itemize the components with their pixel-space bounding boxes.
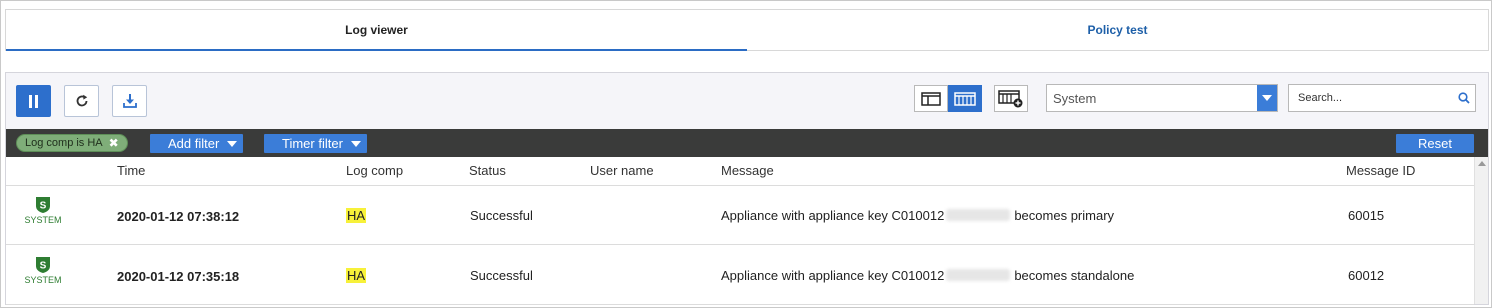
- message-cell: Appliance with appliance key C010012 beco…: [721, 208, 1114, 223]
- filter-chip-label: Log comp is HA: [25, 137, 103, 149]
- log-comp-highlight: HA: [346, 208, 367, 223]
- redacted-key: [946, 209, 1011, 221]
- tab-log-viewer[interactable]: Log viewer: [6, 10, 747, 51]
- system-type-cell: S SYSTEM: [23, 196, 63, 225]
- message-suffix: becomes standalone: [1014, 268, 1135, 283]
- search-icon[interactable]: [1453, 92, 1475, 104]
- log-table: Time Log comp Status User name Message M…: [6, 157, 1474, 305]
- chevron-down-icon: [227, 140, 238, 147]
- table-row[interactable]: S SYSTEM 2020-01-12 07:35:18 HA Successf…: [6, 246, 1474, 305]
- pause-button[interactable]: [16, 85, 51, 117]
- column-header-message[interactable]: Message: [721, 163, 774, 178]
- tab-bar: Log viewer Policy test: [5, 9, 1489, 51]
- filter-chip[interactable]: Log comp is HA ✖: [16, 134, 128, 152]
- tab-label: Log viewer: [345, 23, 408, 37]
- message-prefix: Appliance with appliance key C010012: [721, 268, 945, 283]
- column-view-button[interactable]: [948, 85, 982, 112]
- search-input[interactable]: [1289, 85, 1453, 111]
- status-cell: Successful: [470, 208, 533, 223]
- column-header-log-comp[interactable]: Log comp: [346, 163, 403, 178]
- time-cell: 2020-01-12 07:35:18: [117, 269, 240, 284]
- column-header-message-id[interactable]: Message ID: [1346, 163, 1415, 178]
- download-icon: [122, 94, 137, 108]
- add-filter-label: Add filter: [168, 136, 220, 151]
- redacted-key: [946, 269, 1011, 281]
- message-id-cell: 60015: [1348, 208, 1385, 223]
- column-header-status[interactable]: Status: [469, 163, 506, 178]
- log-panel: System Log comp is HA ✖ Add filte: [5, 72, 1489, 305]
- svg-text:S: S: [40, 201, 47, 212]
- timer-filter-button[interactable]: Timer filter: [264, 134, 367, 153]
- log-type-label: SYSTEM: [24, 275, 62, 285]
- message-id-cell: 60012: [1348, 268, 1385, 283]
- chevron-down-icon[interactable]: [1257, 85, 1277, 111]
- refresh-button[interactable]: [64, 85, 99, 117]
- shield-icon: S: [36, 197, 50, 213]
- time-cell: 2020-01-12 07:38:12: [117, 209, 240, 224]
- search-box: [1288, 84, 1476, 112]
- message-prefix: Appliance with appliance key C010012: [721, 208, 945, 223]
- column-view-icon: [954, 91, 976, 106]
- message-cell: Appliance with appliance key C010012 beco…: [721, 268, 1134, 283]
- log-comp-cell: HA: [346, 268, 367, 283]
- shield-icon: S: [36, 257, 50, 273]
- split-view-button[interactable]: [914, 85, 948, 112]
- message-suffix: becomes primary: [1014, 208, 1115, 223]
- log-comp-highlight: HA: [346, 268, 367, 283]
- tab-policy-test[interactable]: Policy test: [747, 10, 1488, 50]
- refresh-icon: [76, 94, 87, 107]
- system-type-cell: S SYSTEM: [23, 256, 63, 285]
- scroll-up-icon[interactable]: [1478, 161, 1486, 166]
- svg-text:S: S: [40, 261, 47, 272]
- add-column-button[interactable]: [994, 85, 1028, 112]
- add-filter-button[interactable]: Add filter: [150, 134, 244, 153]
- log-comp-cell: HA: [346, 208, 367, 223]
- split-view-icon: [921, 91, 941, 106]
- table-scrollbar[interactable]: [1474, 157, 1488, 304]
- table-header: Time Log comp Status User name Message M…: [6, 157, 1474, 186]
- status-cell: Successful: [470, 268, 533, 283]
- column-header-user-name[interactable]: User name: [590, 163, 654, 178]
- log-type-select[interactable]: System: [1046, 84, 1278, 112]
- chevron-down-icon: [350, 140, 361, 147]
- log-type-value: System: [1053, 90, 1097, 106]
- column-header-time[interactable]: Time: [117, 163, 145, 178]
- toolbar: System: [6, 73, 1488, 127]
- log-viewer-window: Log viewer Policy test System Search... …: [0, 0, 1492, 308]
- table-row[interactable]: S SYSTEM 2020-01-12 07:38:12 HA Successf…: [6, 186, 1474, 245]
- log-type-label: SYSTEM: [24, 215, 62, 225]
- add-column-icon: [998, 89, 1023, 107]
- tab-label: Policy test: [1087, 23, 1148, 37]
- close-icon[interactable]: ✖: [109, 136, 119, 150]
- download-button[interactable]: [112, 85, 147, 117]
- pause-icon: [28, 94, 40, 108]
- reset-button[interactable]: Reset: [1396, 134, 1474, 153]
- timer-filter-label: Timer filter: [282, 136, 343, 151]
- filter-bar: Log comp is HA ✖ Add filter Timer filter…: [6, 129, 1488, 157]
